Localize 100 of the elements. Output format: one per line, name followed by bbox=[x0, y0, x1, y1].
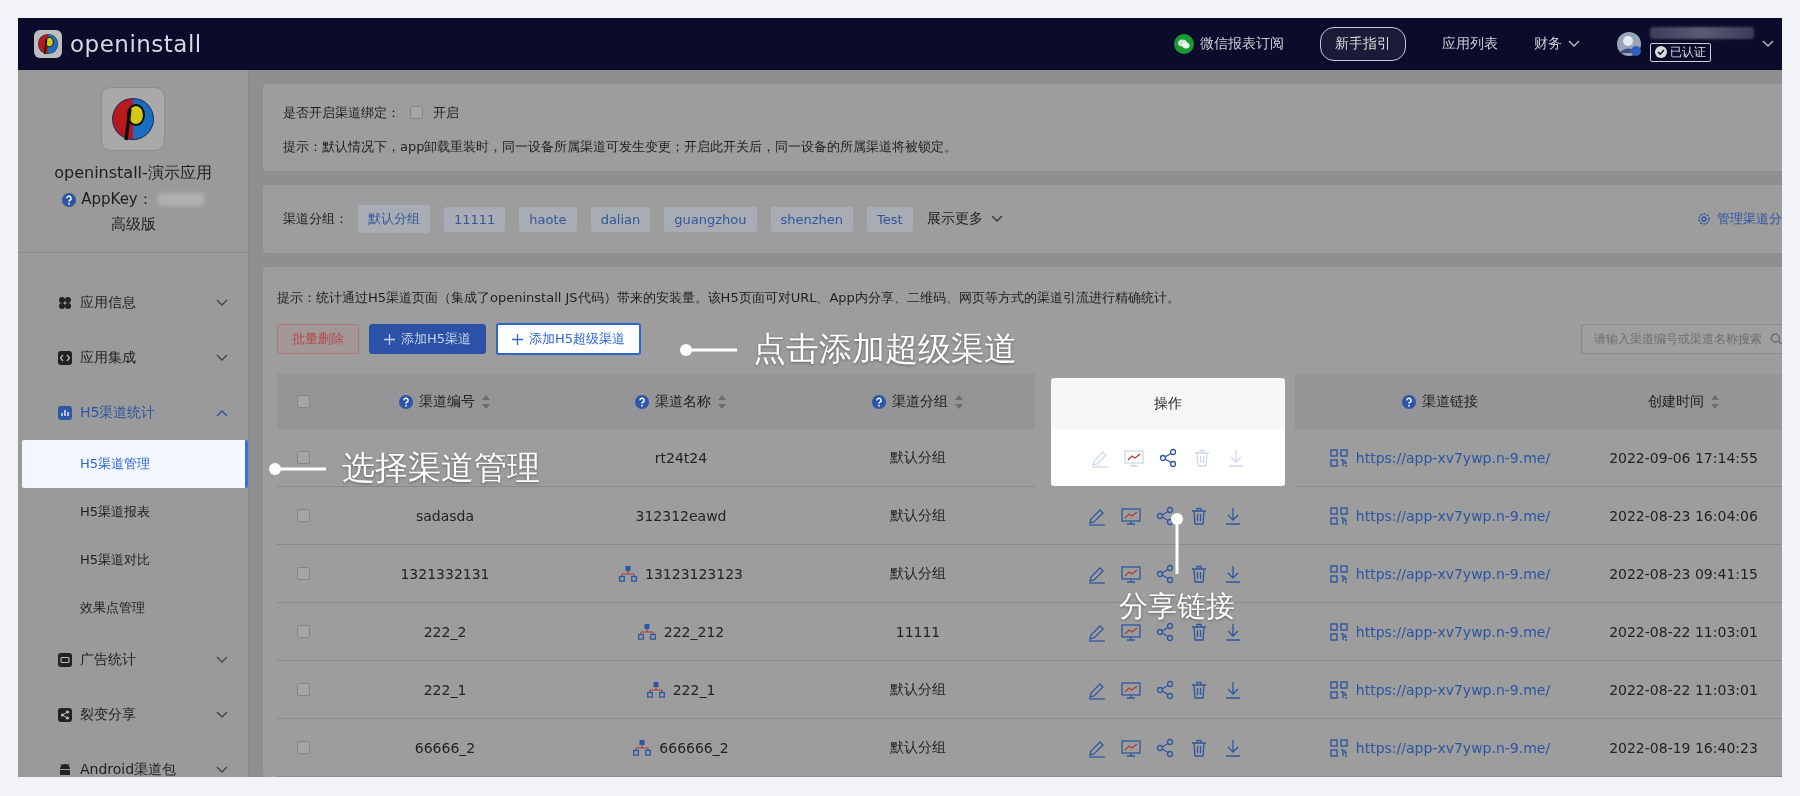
checkbox[interactable] bbox=[296, 683, 310, 696]
menu-label: Android渠道包 bbox=[80, 760, 178, 777]
add-button[interactable]: 添加H5超级渠道 bbox=[496, 323, 642, 355]
checkbox[interactable] bbox=[296, 741, 310, 754]
chart-icon[interactable] bbox=[1121, 505, 1141, 526]
channel-link[interactable]: https://app-xv7ywp.n-9.me/ bbox=[1355, 507, 1551, 524]
table-cell: 666666_2 bbox=[659, 739, 729, 756]
menu-item[interactable]: H5渠道统计 bbox=[18, 385, 248, 440]
qr-code-icon[interactable] bbox=[1329, 448, 1348, 467]
trash-icon[interactable] bbox=[1192, 447, 1212, 468]
checkbox-label: 开启 bbox=[433, 103, 459, 122]
chart-icon[interactable] bbox=[1121, 621, 1141, 642]
channel-link[interactable]: https://app-xv7ywp.n-9.me/ bbox=[1355, 681, 1551, 698]
nav-dropdown[interactable]: 财务 bbox=[1534, 35, 1562, 53]
avatar-icon[interactable] bbox=[1616, 31, 1642, 57]
annotation-text: 选择渠道管理 bbox=[342, 447, 540, 489]
group-tag[interactable]: 默认分组 bbox=[358, 205, 430, 233]
column-header-text: 渠道编号 bbox=[419, 392, 475, 411]
chevron-down-icon bbox=[1762, 40, 1774, 48]
qr-code-icon[interactable] bbox=[1329, 506, 1348, 525]
group-tag[interactable]: haote bbox=[519, 206, 577, 232]
qr-code-icon[interactable] bbox=[1329, 738, 1348, 757]
group-tag[interactable]: dalian bbox=[590, 206, 651, 232]
share-icon[interactable] bbox=[1158, 447, 1178, 468]
download-icon[interactable] bbox=[1223, 563, 1243, 584]
check-circle-icon bbox=[1655, 46, 1667, 58]
table-cell: 默认分组 bbox=[890, 680, 946, 699]
manage-groups-link[interactable]: 管理渠道分 bbox=[1717, 210, 1782, 228]
sort-icon[interactable] bbox=[717, 393, 727, 410]
trash-icon[interactable] bbox=[1189, 737, 1209, 758]
chart-icon[interactable] bbox=[1124, 447, 1144, 468]
channel-link[interactable]: https://app-xv7ywp.n-9.me/ bbox=[1355, 739, 1551, 756]
download-icon[interactable] bbox=[1223, 505, 1243, 526]
menu-item[interactable]: Android渠道包 bbox=[18, 742, 248, 777]
chart-icon[interactable] bbox=[1121, 563, 1141, 584]
group-tag[interactable]: shenzhen bbox=[770, 206, 854, 232]
channel-link[interactable]: https://app-xv7ywp.n-9.me/ bbox=[1355, 565, 1551, 582]
add-button[interactable]: 添加H5渠道 bbox=[369, 324, 487, 354]
channel-link[interactable]: https://app-xv7ywp.n-9.me/ bbox=[1355, 449, 1551, 466]
binding-label: 是否开启渠道绑定： bbox=[283, 103, 400, 122]
chart-icon[interactable] bbox=[1121, 679, 1141, 700]
sort-icon[interactable] bbox=[1709, 393, 1720, 410]
group-tag[interactable]: Test bbox=[867, 206, 913, 232]
checkbox[interactable] bbox=[296, 625, 310, 638]
qr-code-icon[interactable] bbox=[1329, 622, 1348, 641]
leader-line bbox=[1170, 512, 1184, 574]
submenu-item[interactable]: H5渠道对比 bbox=[22, 536, 248, 584]
chart-icon[interactable] bbox=[1121, 737, 1141, 758]
column-header-text: 渠道分组 bbox=[892, 392, 948, 411]
column-header-text: 操作 bbox=[1154, 394, 1182, 413]
table-cell: 222_212 bbox=[663, 623, 725, 640]
checkbox[interactable] bbox=[410, 106, 423, 119]
table-cell: 2022-08-23 16:04:06 bbox=[1609, 507, 1758, 524]
search-icon[interactable] bbox=[1769, 332, 1782, 346]
submenu-item[interactable]: 效果点管理 bbox=[22, 584, 248, 632]
show-more-link[interactable]: 展示更多 bbox=[926, 210, 983, 228]
table-cell: 222_1 bbox=[423, 681, 467, 698]
checkbox[interactable] bbox=[296, 451, 310, 464]
guide-button[interactable]: 新手指引 bbox=[1320, 27, 1406, 61]
trash-icon[interactable] bbox=[1189, 505, 1209, 526]
menu-label: 应用信息 bbox=[80, 293, 137, 312]
menu-label: H5渠道统计 bbox=[80, 403, 157, 422]
table-cell: 1321332131 bbox=[400, 565, 490, 582]
trash-icon[interactable] bbox=[1189, 563, 1209, 584]
sort-icon[interactable] bbox=[481, 393, 491, 410]
download-icon[interactable] bbox=[1226, 447, 1246, 468]
wechat-icon bbox=[1174, 34, 1194, 54]
checkbox[interactable] bbox=[296, 567, 310, 580]
table-cell: rt24t24 bbox=[654, 449, 708, 466]
group-label: 渠道分组： bbox=[283, 210, 348, 228]
edition-label: 高级版 bbox=[110, 215, 156, 234]
table-cell: 2022-08-19 16:40:23 bbox=[1609, 739, 1758, 756]
submenu-item[interactable]: H5渠道管理 bbox=[22, 440, 248, 488]
menu-item[interactable]: 裂变分享 bbox=[18, 687, 248, 742]
trash-icon[interactable] bbox=[1189, 679, 1209, 700]
qr-code-icon[interactable] bbox=[1329, 680, 1348, 699]
trash-icon[interactable] bbox=[1189, 621, 1209, 642]
menu-item[interactable]: 应用集成 bbox=[18, 330, 248, 385]
leader-line bbox=[268, 461, 326, 476]
menu-item[interactable]: 广告统计 bbox=[18, 632, 248, 687]
download-icon[interactable] bbox=[1223, 737, 1243, 758]
download-icon[interactable] bbox=[1223, 621, 1243, 642]
nav-link[interactable]: 微信报表订阅 bbox=[1200, 35, 1284, 53]
table-cell: 222_2 bbox=[423, 623, 467, 640]
checkbox[interactable] bbox=[296, 509, 310, 522]
column-header-text: 渠道名称 bbox=[655, 392, 711, 411]
table-cell: 222_1 bbox=[672, 681, 716, 698]
submenu-item[interactable]: H5渠道报表 bbox=[22, 488, 248, 536]
nav-link[interactable]: 应用列表 bbox=[1442, 35, 1498, 53]
download-icon[interactable] bbox=[1223, 679, 1243, 700]
sort-icon[interactable] bbox=[954, 393, 964, 410]
menu-label: 广告统计 bbox=[80, 650, 137, 669]
group-tag[interactable]: guangzhou bbox=[664, 206, 757, 232]
menu-label: 应用集成 bbox=[80, 348, 137, 367]
qr-code-icon[interactable] bbox=[1329, 564, 1348, 583]
menu-item[interactable]: 应用信息 bbox=[18, 275, 248, 330]
checkbox[interactable] bbox=[296, 395, 310, 408]
group-tag[interactable]: 11111 bbox=[444, 206, 506, 232]
appkey-label: AppKey： bbox=[81, 190, 153, 209]
channel-link[interactable]: https://app-xv7ywp.n-9.me/ bbox=[1355, 623, 1551, 640]
